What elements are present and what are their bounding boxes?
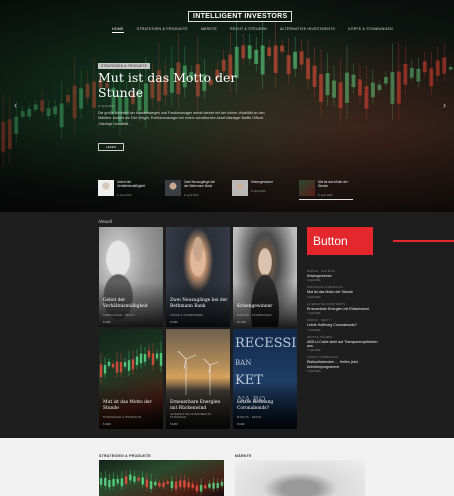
article-card[interactable]: Erneuerbare Energien mit Rückenwind ALTE… xyxy=(166,329,230,429)
card-date: 8 ANR xyxy=(170,423,178,426)
chevron-right-icon[interactable]: › xyxy=(443,100,446,110)
thumb-image-portrait xyxy=(98,180,114,196)
list-item-title: Risikodividenden … Helfen jetzt Anleihen… xyxy=(307,360,358,369)
card-category: STRATEGIEN & PRODUKTE xyxy=(103,416,142,419)
thumb-image-portrait xyxy=(165,180,181,196)
hero-section: INTELLIGENT INVESTORS HOME STRATEGIEN & … xyxy=(0,0,454,212)
card-category: ALTERNATIVE INVESTMENTS · STRATEGIE xyxy=(170,413,214,419)
article-card[interactable]: Krisengewinner MÄRKTE · STIMMUNGEN 10 AN… xyxy=(233,227,297,327)
nav-item-home[interactable]: HOME xyxy=(112,27,124,33)
card-date: 8 ANR xyxy=(103,321,111,324)
list-item[interactable]: KÖPFE & STIMMUNGEN Risikodividenden … He… xyxy=(307,356,379,373)
list-item-title: Erneuerbare Energien mit Rückenwind xyxy=(307,306,369,311)
thumb-date: 8. April 2020 xyxy=(117,194,132,197)
latest-articles-list: MÄRKTE · LIVE BLOG Krisengewinner 8. Apr… xyxy=(307,270,379,377)
section-title-strategien[interactable]: STRATEGIEN & PRODUKTE xyxy=(99,454,151,458)
list-item-date: 7. April 2020 xyxy=(307,312,321,316)
card-category: COMPLIANCE · RECHT xyxy=(103,314,135,317)
thumb-title: Gebot der Verhältnismäßigkeit xyxy=(117,180,145,188)
list-item[interactable]: ALTERNATIVE INVESTMENTS Erneuerbare Ener… xyxy=(307,303,379,315)
list-item-date: 7. April 2020 xyxy=(307,328,321,332)
hero-title[interactable]: Mut ist das Motto der Stunde xyxy=(98,70,268,100)
article-card[interactable]: Gebot der Verhältnismäßigkeit COMPLIANCE… xyxy=(99,227,163,327)
list-item-title: Krisengewinner xyxy=(307,274,332,278)
nav-item-maerkte[interactable]: MÄRKTE xyxy=(201,27,217,33)
article-card[interactable]: Zwei Neuzugänge bei der Bethmann Bank KÖ… xyxy=(166,227,230,327)
maerkte-teaser-image[interactable] xyxy=(235,460,365,496)
article-card[interactable]: Mut ist das Motto der Stunde STRATEGIEN … xyxy=(99,329,163,429)
section-title: Aktuell xyxy=(98,219,112,224)
list-item-category: STRATEGIEN & PRODUKTE xyxy=(307,286,343,290)
card-date: 10 ANR xyxy=(237,321,246,324)
list-item-category: RECHT & STEUERN xyxy=(307,335,333,339)
list-item[interactable]: RECHT & STEUERN ABS-U-Cable sieht auf Tr… xyxy=(307,336,379,353)
hero-category-tag[interactable]: STRATEGIEN & PRODUKTE xyxy=(98,63,150,69)
card-title: Mut ist das Motto der Stunde xyxy=(103,400,152,411)
thumb-image-portrait xyxy=(232,180,248,196)
read-more-button[interactable]: LESEN xyxy=(98,143,124,151)
main-nav: HOME STRATEGIEN & PRODUKTE MÄRKTE RECHT … xyxy=(112,27,393,33)
card-title: Gebot der Verhältnismäßigkeit xyxy=(103,298,148,309)
list-item-title: Mut ist das Motto der Stunde xyxy=(307,290,353,295)
card-category: KÖPFE & STIMMUNGEN xyxy=(170,314,204,317)
hero-thumb-4[interactable]: Mut ist das Motto der Stunde 8. April 20… xyxy=(299,180,353,200)
article-card[interactable]: RECESSIBANKET NA BO Letzte Hoffnung Coro… xyxy=(233,329,297,429)
hero-thumb-3[interactable]: Krisengewinner 8. April 2020 xyxy=(232,180,286,200)
nav-item-koepfe[interactable]: KÖPFE & STIMMUNGEN xyxy=(348,27,393,33)
section-title-maerkte[interactable]: MÄRKTE xyxy=(235,454,252,458)
thumb-image-chart xyxy=(299,180,315,196)
chevron-left-icon[interactable]: ‹ xyxy=(14,100,17,110)
list-item-category: MÄRKTE · RECHT xyxy=(307,319,331,323)
list-item-title: ABS-U-Cable sieht auf Transparenzpflicht… xyxy=(307,339,378,349)
card-title: Krisengewinner xyxy=(237,303,273,309)
strategien-teaser-image[interactable] xyxy=(99,460,224,496)
thumb-date: 8. April 2020 xyxy=(251,190,266,193)
red-button[interactable]: Button xyxy=(307,227,373,255)
list-item[interactable]: MÄRKTE · LIVE BLOG Krisengewinner 8. Apr… xyxy=(307,270,379,282)
thumb-title: Mut ist das Motto der Stunde xyxy=(318,180,348,188)
list-item-date: 6. April 2020 xyxy=(307,370,321,374)
card-date: 8 ANR xyxy=(237,423,245,426)
list-item[interactable]: STRATEGIEN & PRODUKTE Mut ist das Motto … xyxy=(307,286,379,298)
card-title: Letzte Hoffnung Coronabonds? xyxy=(237,400,274,411)
page: INTELLIGENT INVESTORS HOME STRATEGIEN & … xyxy=(0,0,454,496)
nav-item-strategien[interactable]: STRATEGIEN & PRODUKTE xyxy=(137,27,188,33)
card-title: Zwei Neuzugänge bei der Bethmann Bank xyxy=(170,298,228,309)
card-title: Erneuerbare Energien mit Rückenwind xyxy=(170,400,221,411)
category-preview-section: STRATEGIEN & PRODUKTE MÄRKTE xyxy=(0,438,454,496)
thumb-title: Zwei Neuzugänge bei der Bethmann Bank xyxy=(184,180,215,188)
hero-thumbnail-list: Gebot der Verhältnismäßigkeit 8. April 2… xyxy=(98,180,353,200)
thumb-date: 8. April 2020 xyxy=(318,194,333,197)
list-item-category: MÄRKTE · LIVE BLOG xyxy=(307,270,336,273)
card-category: MÄRKTE · STIMMUNGEN xyxy=(237,314,272,317)
card-date: 8 ANR xyxy=(170,321,178,324)
card-category: MÄRKTE · RECHT xyxy=(237,416,262,419)
nav-item-alternative[interactable]: ALTERNATIVE INVESTMENTS xyxy=(280,27,335,33)
card-date: 8 ANR xyxy=(103,423,111,426)
hero-excerpt: Die große Mehrheit der Marktstrategen un… xyxy=(98,111,265,126)
list-item-date: 8. April 2020 xyxy=(307,279,321,283)
list-item-title: Letzte Hoffnung Coronabonds? xyxy=(307,323,357,328)
hero-thumb-1[interactable]: Gebot der Verhältnismäßigkeit 8. April 2… xyxy=(98,180,152,200)
thumb-date: 8. April 2020 xyxy=(184,194,199,197)
red-divider-line xyxy=(393,240,454,242)
list-item-date: 7. April 2020 xyxy=(307,349,321,353)
hero-thumb-2[interactable]: Zwei Neuzugänge bei der Bethmann Bank 8.… xyxy=(165,180,219,200)
list-item-category: KÖPFE & STIMMUNGEN xyxy=(307,356,338,360)
site-logo[interactable]: INTELLIGENT INVESTORS xyxy=(188,11,293,22)
hero-date: 8. April 2020 xyxy=(98,104,115,108)
list-item-date: 8. April 2020 xyxy=(307,295,321,299)
aktuell-section: Aktuell Gebot der Verhältnismäßigkeit CO… xyxy=(0,212,454,438)
list-item[interactable]: MÄRKTE · RECHT Letzte Hoffnung Coronabon… xyxy=(307,319,379,331)
thumb-title: Krisengewinner xyxy=(251,180,273,184)
list-item-category: ALTERNATIVE INVESTMENTS xyxy=(307,302,346,306)
nav-item-recht[interactable]: RECHT & STEUERN xyxy=(230,27,267,33)
